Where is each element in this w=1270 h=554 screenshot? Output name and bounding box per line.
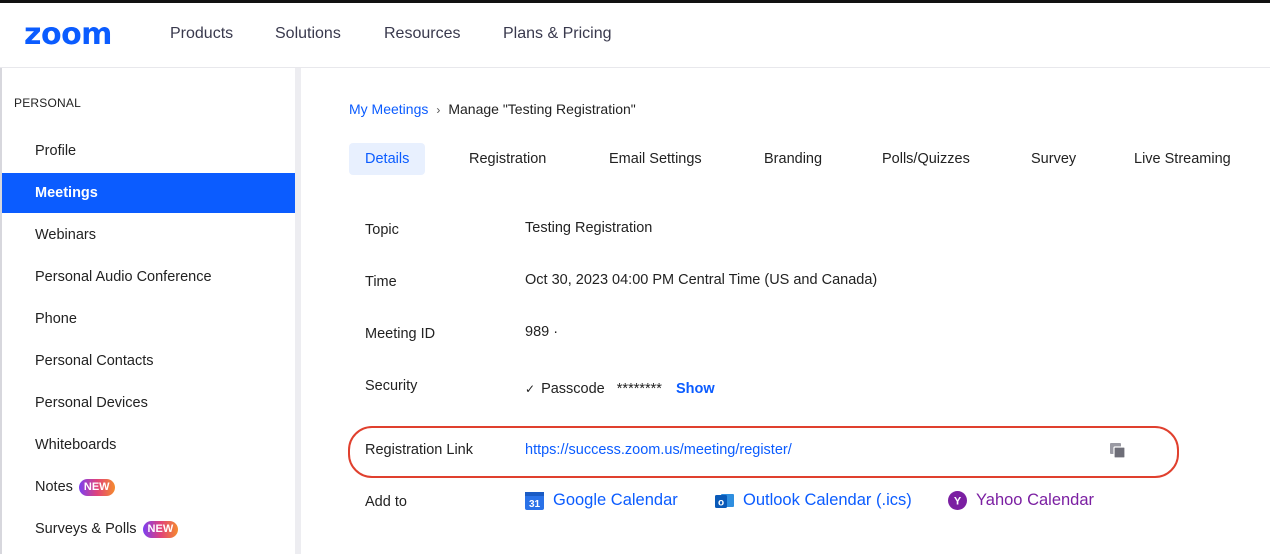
breadcrumb-current: Manage "Testing Registration" (448, 101, 636, 117)
time-label: Time (365, 274, 397, 290)
sidebar: PERSONAL Profile Meetings Webinars Perso… (0, 68, 300, 554)
tab-registration[interactable]: Registration (469, 143, 546, 175)
sidebar-item-surveys-polls[interactable]: Surveys & Polls NEW (2, 509, 297, 549)
zoom-logo[interactable]: zoom (24, 17, 112, 52)
topic-label: Topic (365, 222, 399, 238)
tab-email-settings[interactable]: Email Settings (609, 143, 702, 175)
top-header: zoom Products Solutions Resources Plans … (0, 3, 1270, 68)
svg-text:31: 31 (529, 499, 541, 510)
yahoo-calendar-label: Yahoo Calendar (976, 491, 1095, 509)
yahoo-calendar-link[interactable]: Y Yahoo Calendar (948, 491, 1094, 510)
sidebar-item-meetings[interactable]: Meetings (2, 173, 297, 213)
nav-products[interactable]: Products (170, 25, 233, 43)
copy-icon[interactable] (1109, 442, 1127, 460)
sidebar-item-personal-audio-conference[interactable]: Personal Audio Conference (2, 257, 297, 297)
sidebar-item-whiteboards[interactable]: Whiteboards (2, 425, 297, 465)
outlook-icon: o (715, 494, 734, 509)
new-badge: NEW (142, 521, 179, 538)
security-label: Security (365, 378, 418, 394)
sidebar-item-label: Personal Audio Conference (35, 269, 212, 285)
sidebar-item-personal-contacts[interactable]: Personal Contacts (2, 341, 297, 381)
meeting-id-label: Meeting ID (365, 326, 436, 342)
google-calendar-label: Google Calendar (553, 491, 678, 509)
sidebar-section-personal: PERSONAL (14, 96, 81, 110)
add-to-label: Add to (365, 494, 407, 510)
svg-text:o: o (718, 498, 724, 509)
security-value: ✓ Passcode ******** Show (525, 381, 715, 397)
yahoo-icon: Y (948, 491, 967, 510)
nav-resources[interactable]: Resources (384, 25, 460, 43)
chevron-right-icon: › (436, 103, 441, 117)
sidebar-item-personal-devices[interactable]: Personal Devices (2, 383, 297, 423)
sidebar-item-notes[interactable]: Notes NEW (2, 467, 297, 507)
nav-solutions[interactable]: Solutions (275, 25, 341, 43)
sidebar-item-label: Whiteboards (35, 437, 117, 453)
meeting-id-value: 989 · (525, 324, 559, 340)
tab-branding[interactable]: Branding (764, 143, 822, 175)
passcode-mask: ******** (616, 381, 662, 397)
passcode-label: Passcode (541, 381, 605, 397)
outlook-calendar-label: Outlook Calendar (.ics) (743, 491, 912, 509)
nav-plans-pricing[interactable]: Plans & Pricing (503, 25, 612, 43)
sidebar-item-phone[interactable]: Phone (2, 299, 297, 339)
tab-details[interactable]: Details (349, 143, 426, 175)
breadcrumb-my-meetings[interactable]: My Meetings (349, 101, 428, 117)
google-calendar-link[interactable]: 31 Google Calendar (525, 491, 678, 510)
outlook-calendar-link[interactable]: o Outlook Calendar (.ics) (715, 491, 912, 510)
sidebar-item-label: Webinars (35, 227, 96, 243)
sidebar-item-label: Surveys & Polls (35, 521, 137, 537)
sidebar-item-label: Personal Contacts (35, 353, 154, 369)
topic-value: Testing Registration (525, 220, 653, 236)
show-passcode-link[interactable]: Show (676, 381, 715, 397)
breadcrumb: My Meetings › Manage "Testing Registration… (349, 101, 636, 117)
time-value: Oct 30, 2023 04:00 PM Central Time (US a… (525, 272, 878, 288)
sidebar-item-label: Phone (35, 311, 77, 327)
check-icon: ✓ (525, 382, 536, 396)
new-badge: NEW (78, 479, 115, 496)
sidebar-item-webinars[interactable]: Webinars (2, 215, 297, 255)
main-content: My Meetings › Manage "Testing Registration… (301, 68, 1270, 554)
tab-survey[interactable]: Survey (1031, 143, 1076, 175)
registration-link-label: Registration Link (365, 442, 473, 458)
sidebar-item-label: Profile (35, 143, 77, 159)
sidebar-item-label: Meetings (35, 185, 98, 201)
tab-live-streaming[interactable]: Live Streaming (1134, 143, 1231, 175)
sidebar-item-label: Notes (35, 479, 73, 495)
registration-link-url[interactable]: https://success.zoom.us/meeting/register… (525, 442, 792, 458)
sidebar-item-profile[interactable]: Profile (2, 131, 297, 171)
svg-text:Y: Y (954, 496, 962, 508)
sidebar-item-label: Personal Devices (35, 395, 148, 411)
tab-polls-quizzes[interactable]: Polls/Quizzes (882, 143, 970, 175)
google-calendar-icon: 31 (525, 492, 544, 510)
